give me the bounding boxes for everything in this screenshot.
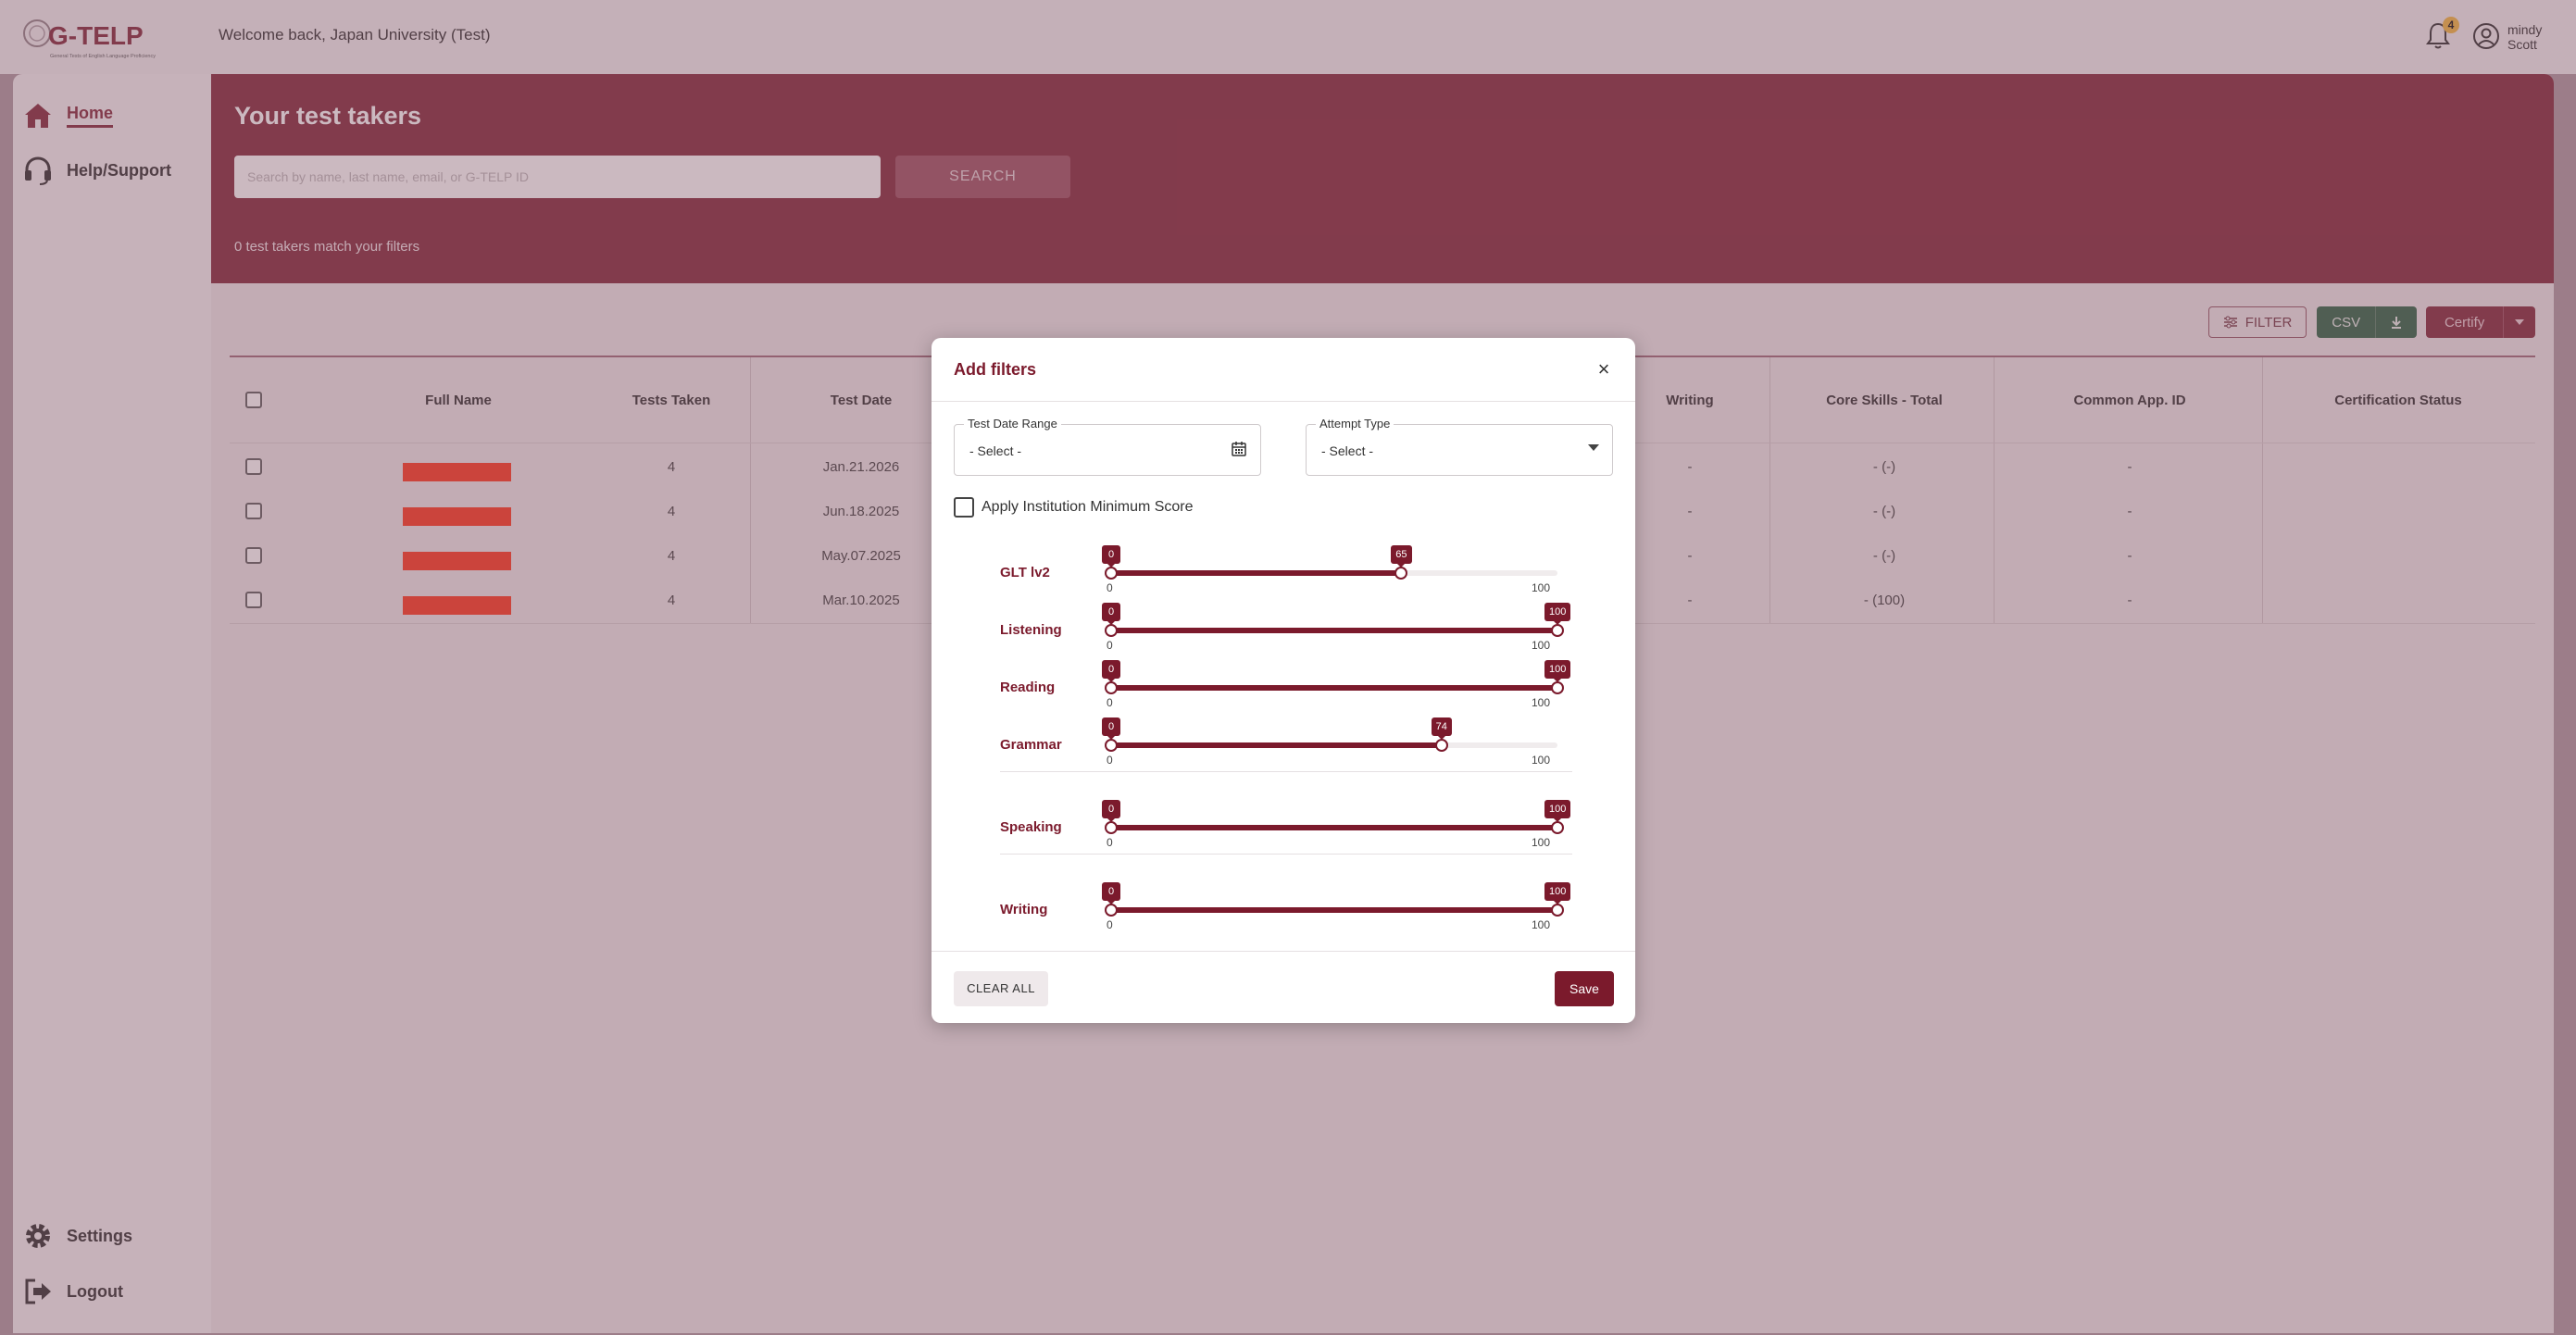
slider-low-value: 0 (1102, 603, 1120, 625)
slider-max-label: 100 (1532, 754, 1551, 767)
test-date-range-field[interactable]: Test Date Range - Select - (954, 417, 1261, 476)
slider-group-divider (1000, 771, 1572, 772)
slider-label: Reading (1000, 680, 1056, 695)
slider-high-handle[interactable] (1551, 624, 1564, 637)
slider-high-value: 65 (1391, 545, 1412, 568)
slider-high-value: 100 (1544, 660, 1571, 682)
slider-low-value: 0 (1102, 882, 1120, 905)
slider-low-handle[interactable] (1105, 739, 1118, 752)
divider (932, 951, 1635, 952)
slider-range-fill (1111, 570, 1402, 576)
slider-min-label: 0 (1107, 918, 1113, 931)
slider-range-fill (1111, 628, 1557, 633)
slider-low-value: 0 (1102, 545, 1120, 568)
min-score-label[interactable]: Apply Institution Minimum Score (982, 499, 1194, 516)
slider-low-handle[interactable] (1105, 624, 1118, 637)
slider-range-fill (1111, 742, 1442, 748)
slider-range-fill (1111, 907, 1557, 913)
slider-low-value: 0 (1102, 717, 1120, 740)
min-score-checkbox[interactable] (954, 497, 974, 518)
close-icon[interactable]: × (1591, 356, 1617, 382)
divider (932, 401, 1635, 402)
slider-low-value: 0 (1102, 800, 1120, 822)
slider-min-label: 0 (1107, 836, 1113, 849)
slider-max-label: 100 (1532, 639, 1551, 652)
slider-high-value: 74 (1431, 717, 1452, 740)
slider-high-handle[interactable] (1551, 821, 1564, 834)
slider-max-label: 100 (1532, 696, 1551, 709)
modal-title: Add filters (954, 360, 1037, 379)
attempt-type-label: Attempt Type (1316, 417, 1394, 430)
calendar-icon[interactable] (1231, 441, 1247, 457)
slider-low-handle[interactable] (1105, 821, 1118, 834)
slider-min-label: 0 (1107, 696, 1113, 709)
test-date-range-label: Test Date Range (964, 417, 1061, 430)
slider-high-value: 100 (1544, 882, 1571, 905)
slider-high-handle[interactable] (1394, 567, 1408, 580)
slider-range-fill (1111, 685, 1557, 691)
slider-low-handle[interactable] (1105, 567, 1118, 580)
slider-label: Speaking (1000, 819, 1062, 835)
slider-high-handle[interactable] (1551, 904, 1564, 917)
save-button[interactable]: Save (1555, 971, 1614, 1006)
slider-min-label: 0 (1107, 639, 1113, 652)
slider-min-label: 0 (1107, 581, 1113, 594)
slider-range-fill (1111, 825, 1557, 830)
attempt-type-select[interactable]: Attempt Type - Select - (1306, 417, 1613, 476)
slider-label: Listening (1000, 622, 1062, 638)
test-date-range-value: - Select - (969, 443, 1022, 458)
caret-down-icon (1588, 444, 1599, 451)
slider-label: GLT lv2 (1000, 565, 1050, 580)
slider-max-label: 100 (1532, 581, 1551, 594)
slider-high-handle[interactable] (1551, 681, 1564, 694)
slider-high-value: 100 (1544, 800, 1571, 822)
slider-high-value: 100 (1544, 603, 1571, 625)
slider-label: Grammar (1000, 737, 1062, 753)
slider-low-value: 0 (1102, 660, 1120, 682)
slider-low-handle[interactable] (1105, 681, 1118, 694)
slider-max-label: 100 (1532, 836, 1551, 849)
attempt-type-value: - Select - (1321, 443, 1374, 458)
slider-label: Writing (1000, 902, 1048, 917)
slider-max-label: 100 (1532, 918, 1551, 931)
clear-all-button[interactable]: CLEAR ALL (954, 971, 1048, 1006)
slider-min-label: 0 (1107, 754, 1113, 767)
slider-group-divider (1000, 854, 1572, 855)
add-filters-modal: Add filters × Test Date Range - Select -… (932, 338, 1635, 1023)
slider-low-handle[interactable] (1105, 904, 1118, 917)
slider-high-handle[interactable] (1434, 739, 1448, 752)
